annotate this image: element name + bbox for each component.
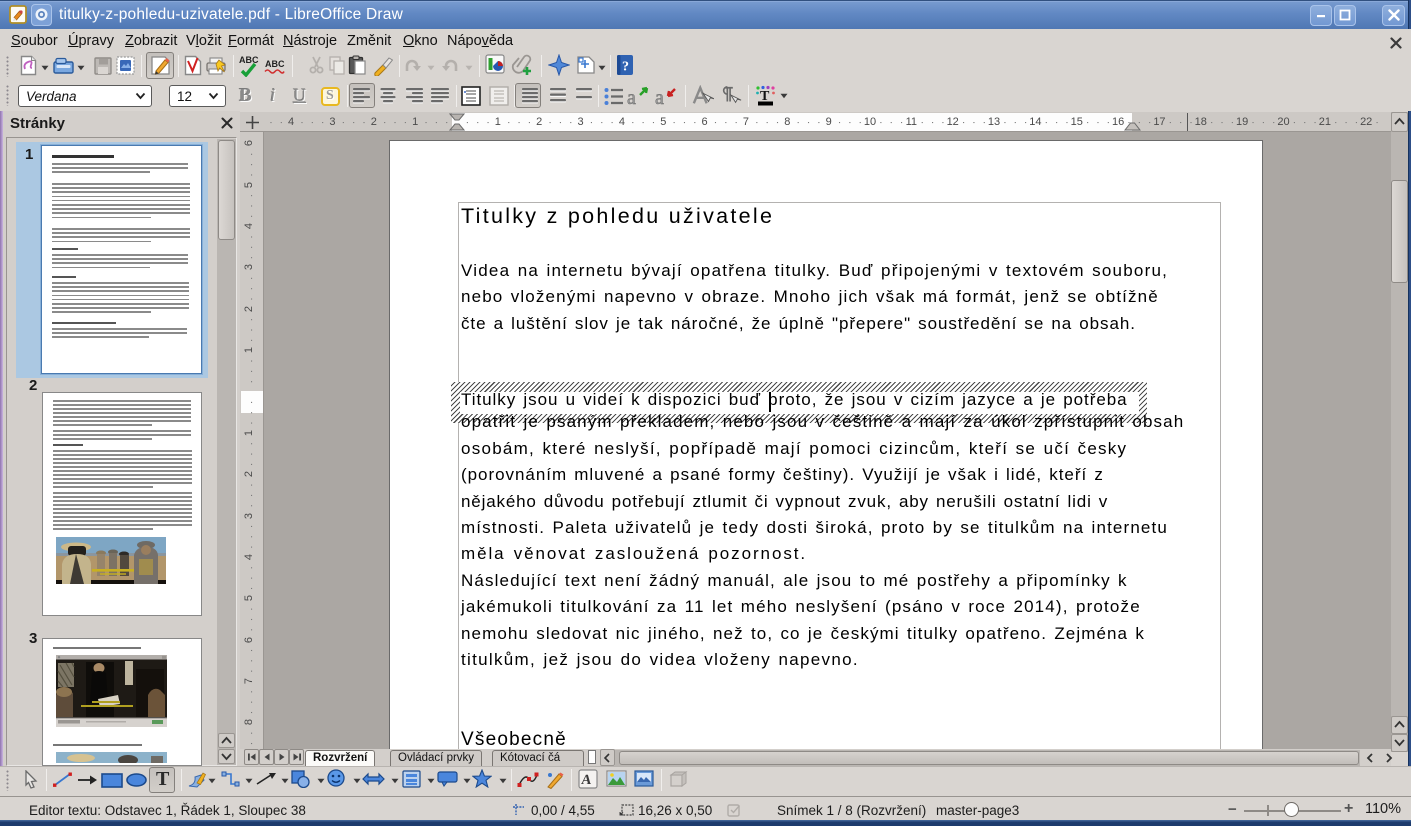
svg-text:ABC: ABC xyxy=(265,59,285,69)
svg-text:?: ? xyxy=(622,60,629,75)
svg-text:a: a xyxy=(655,87,664,107)
svg-text:ABC: ABC xyxy=(239,55,259,65)
svg-text:a: a xyxy=(627,87,636,107)
